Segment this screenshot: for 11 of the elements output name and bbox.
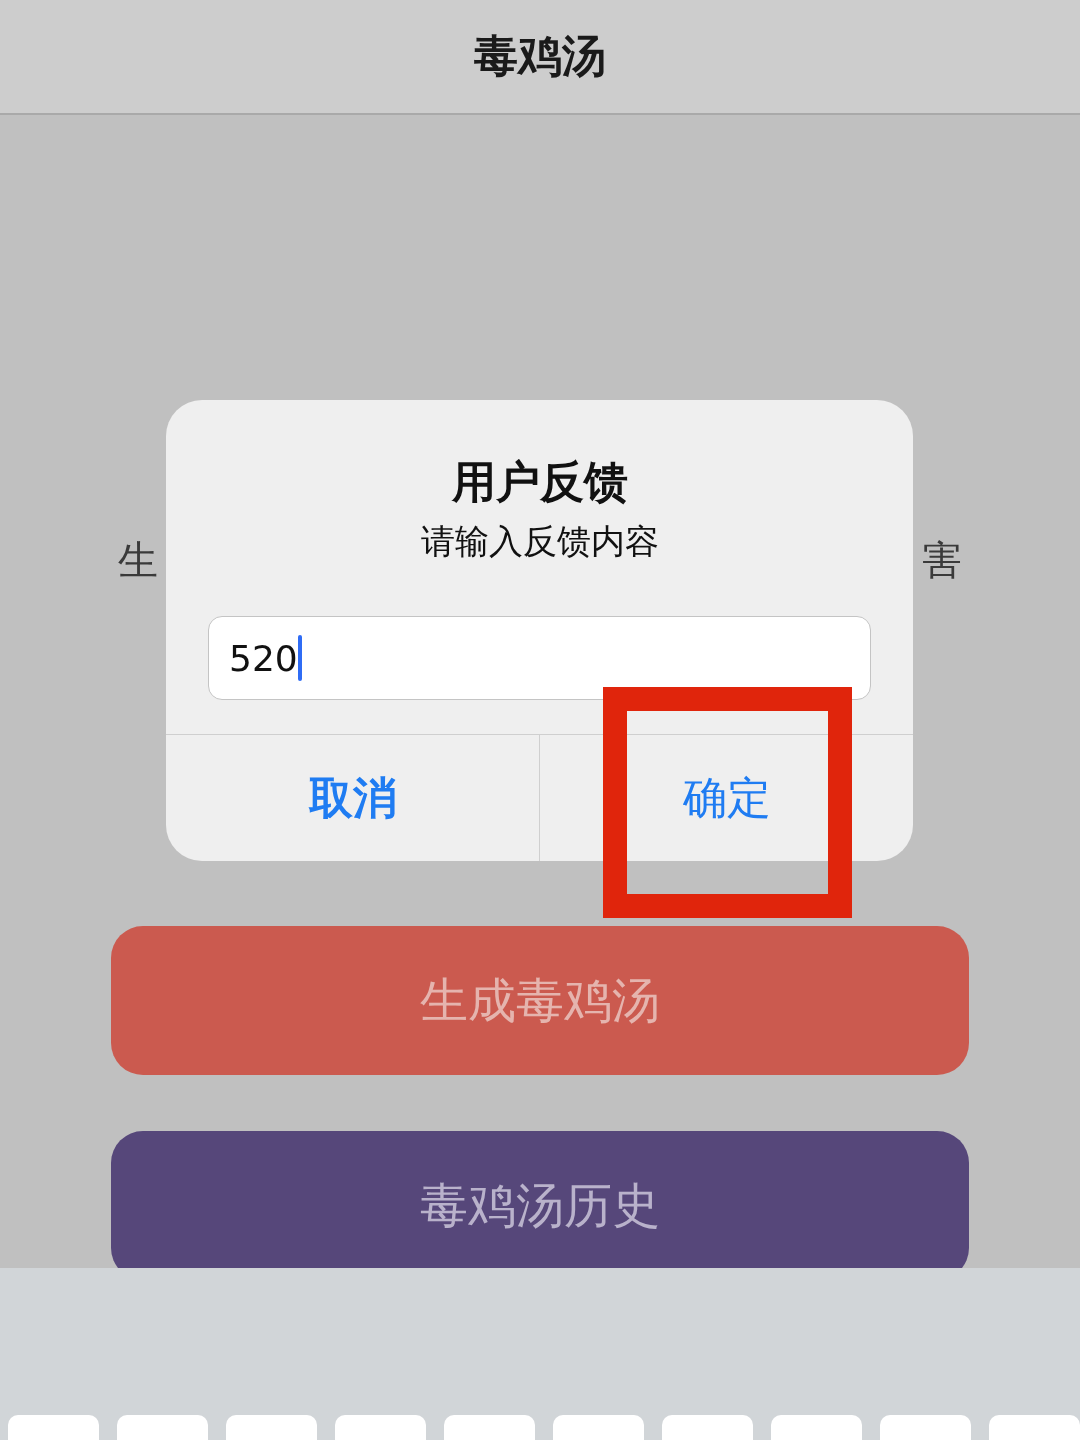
nav-title: 毒鸡汤 (474, 29, 606, 83)
background-text: 生 (118, 536, 158, 585)
dialog-message: 请输入反馈内容 (420, 520, 659, 563)
dialog-button[interactable]: 确定 (539, 735, 913, 861)
action-button[interactable]: 毒鸡汤历史 (111, 1131, 969, 1268)
text-caret (297, 635, 302, 681)
action-button[interactable]: 生成毒鸡汤 (111, 926, 969, 1075)
dialog-button[interactable]: 取消 (166, 735, 539, 861)
dialog-title: 用户反馈 (451, 455, 628, 509)
input-field[interactable]: 520 (208, 616, 871, 700)
background-text: 害 (922, 536, 962, 585)
